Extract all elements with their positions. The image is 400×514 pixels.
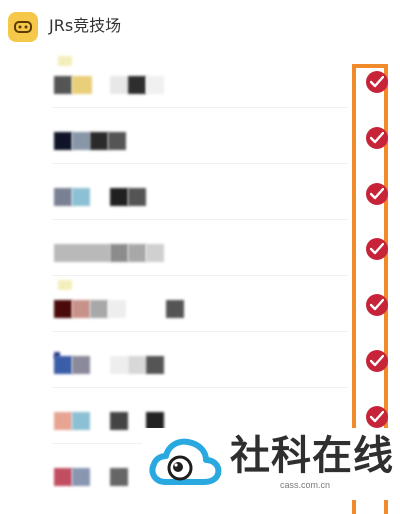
checkmark-icon[interactable] bbox=[366, 183, 388, 205]
redacted-avatar bbox=[54, 132, 72, 150]
redacted-avatar bbox=[58, 280, 72, 290]
redacted-avatar bbox=[54, 412, 72, 430]
redacted-text bbox=[108, 132, 126, 150]
redacted-text bbox=[72, 412, 90, 430]
list-item[interactable] bbox=[0, 108, 400, 164]
checkmark-icon[interactable] bbox=[366, 350, 388, 372]
list-item[interactable] bbox=[0, 276, 400, 332]
redacted-avatar bbox=[54, 188, 72, 206]
redacted-text bbox=[128, 76, 146, 94]
redacted-text bbox=[110, 468, 128, 486]
redacted-text bbox=[128, 244, 146, 262]
checkmark-icon[interactable] bbox=[366, 294, 388, 316]
redacted-avatar bbox=[54, 300, 72, 318]
gamepad-icon[interactable] bbox=[8, 12, 38, 42]
redacted-text bbox=[128, 188, 146, 206]
redacted-text bbox=[72, 356, 90, 374]
checkmark-icon[interactable] bbox=[366, 238, 388, 260]
redacted-text bbox=[72, 188, 90, 206]
redacted-text bbox=[110, 356, 128, 374]
list-item[interactable] bbox=[0, 220, 400, 276]
list-item[interactable] bbox=[0, 332, 400, 388]
redacted-text bbox=[72, 76, 92, 94]
list-item[interactable] bbox=[0, 164, 400, 220]
watermark: 社科在线 cass.com.cn bbox=[142, 428, 400, 500]
list-item[interactable] bbox=[0, 52, 400, 108]
redacted-text bbox=[128, 356, 146, 374]
redacted-text bbox=[90, 132, 108, 150]
redacted-text bbox=[110, 188, 128, 206]
redacted-text bbox=[146, 76, 164, 94]
redacted-text bbox=[54, 244, 110, 262]
redacted-avatar bbox=[54, 76, 72, 94]
checkmark-icon[interactable] bbox=[366, 71, 388, 93]
redacted-text bbox=[146, 244, 164, 262]
watermark-text: 社科在线 bbox=[230, 433, 394, 479]
cloud-eye-logo bbox=[148, 434, 224, 494]
redacted-text bbox=[72, 468, 90, 486]
page-title: JRs竞技场 bbox=[49, 16, 122, 35]
redacted-text bbox=[166, 300, 184, 318]
redacted-text bbox=[110, 412, 128, 430]
redacted-text bbox=[72, 132, 90, 150]
redacted-avatar bbox=[54, 468, 72, 486]
redacted-text bbox=[72, 300, 90, 318]
redacted-text bbox=[90, 300, 108, 318]
checkmark-icon[interactable] bbox=[366, 406, 388, 428]
redacted-text bbox=[146, 356, 164, 374]
redacted-text bbox=[108, 300, 126, 318]
watermark-url: cass.com.cn bbox=[280, 480, 331, 490]
redacted-text bbox=[110, 76, 128, 94]
redacted-text bbox=[110, 244, 128, 262]
redacted-avatar bbox=[54, 356, 72, 374]
checkmark-icon[interactable] bbox=[366, 127, 388, 149]
header: JRs竞技场 bbox=[0, 0, 400, 52]
redacted-avatar bbox=[58, 56, 72, 66]
